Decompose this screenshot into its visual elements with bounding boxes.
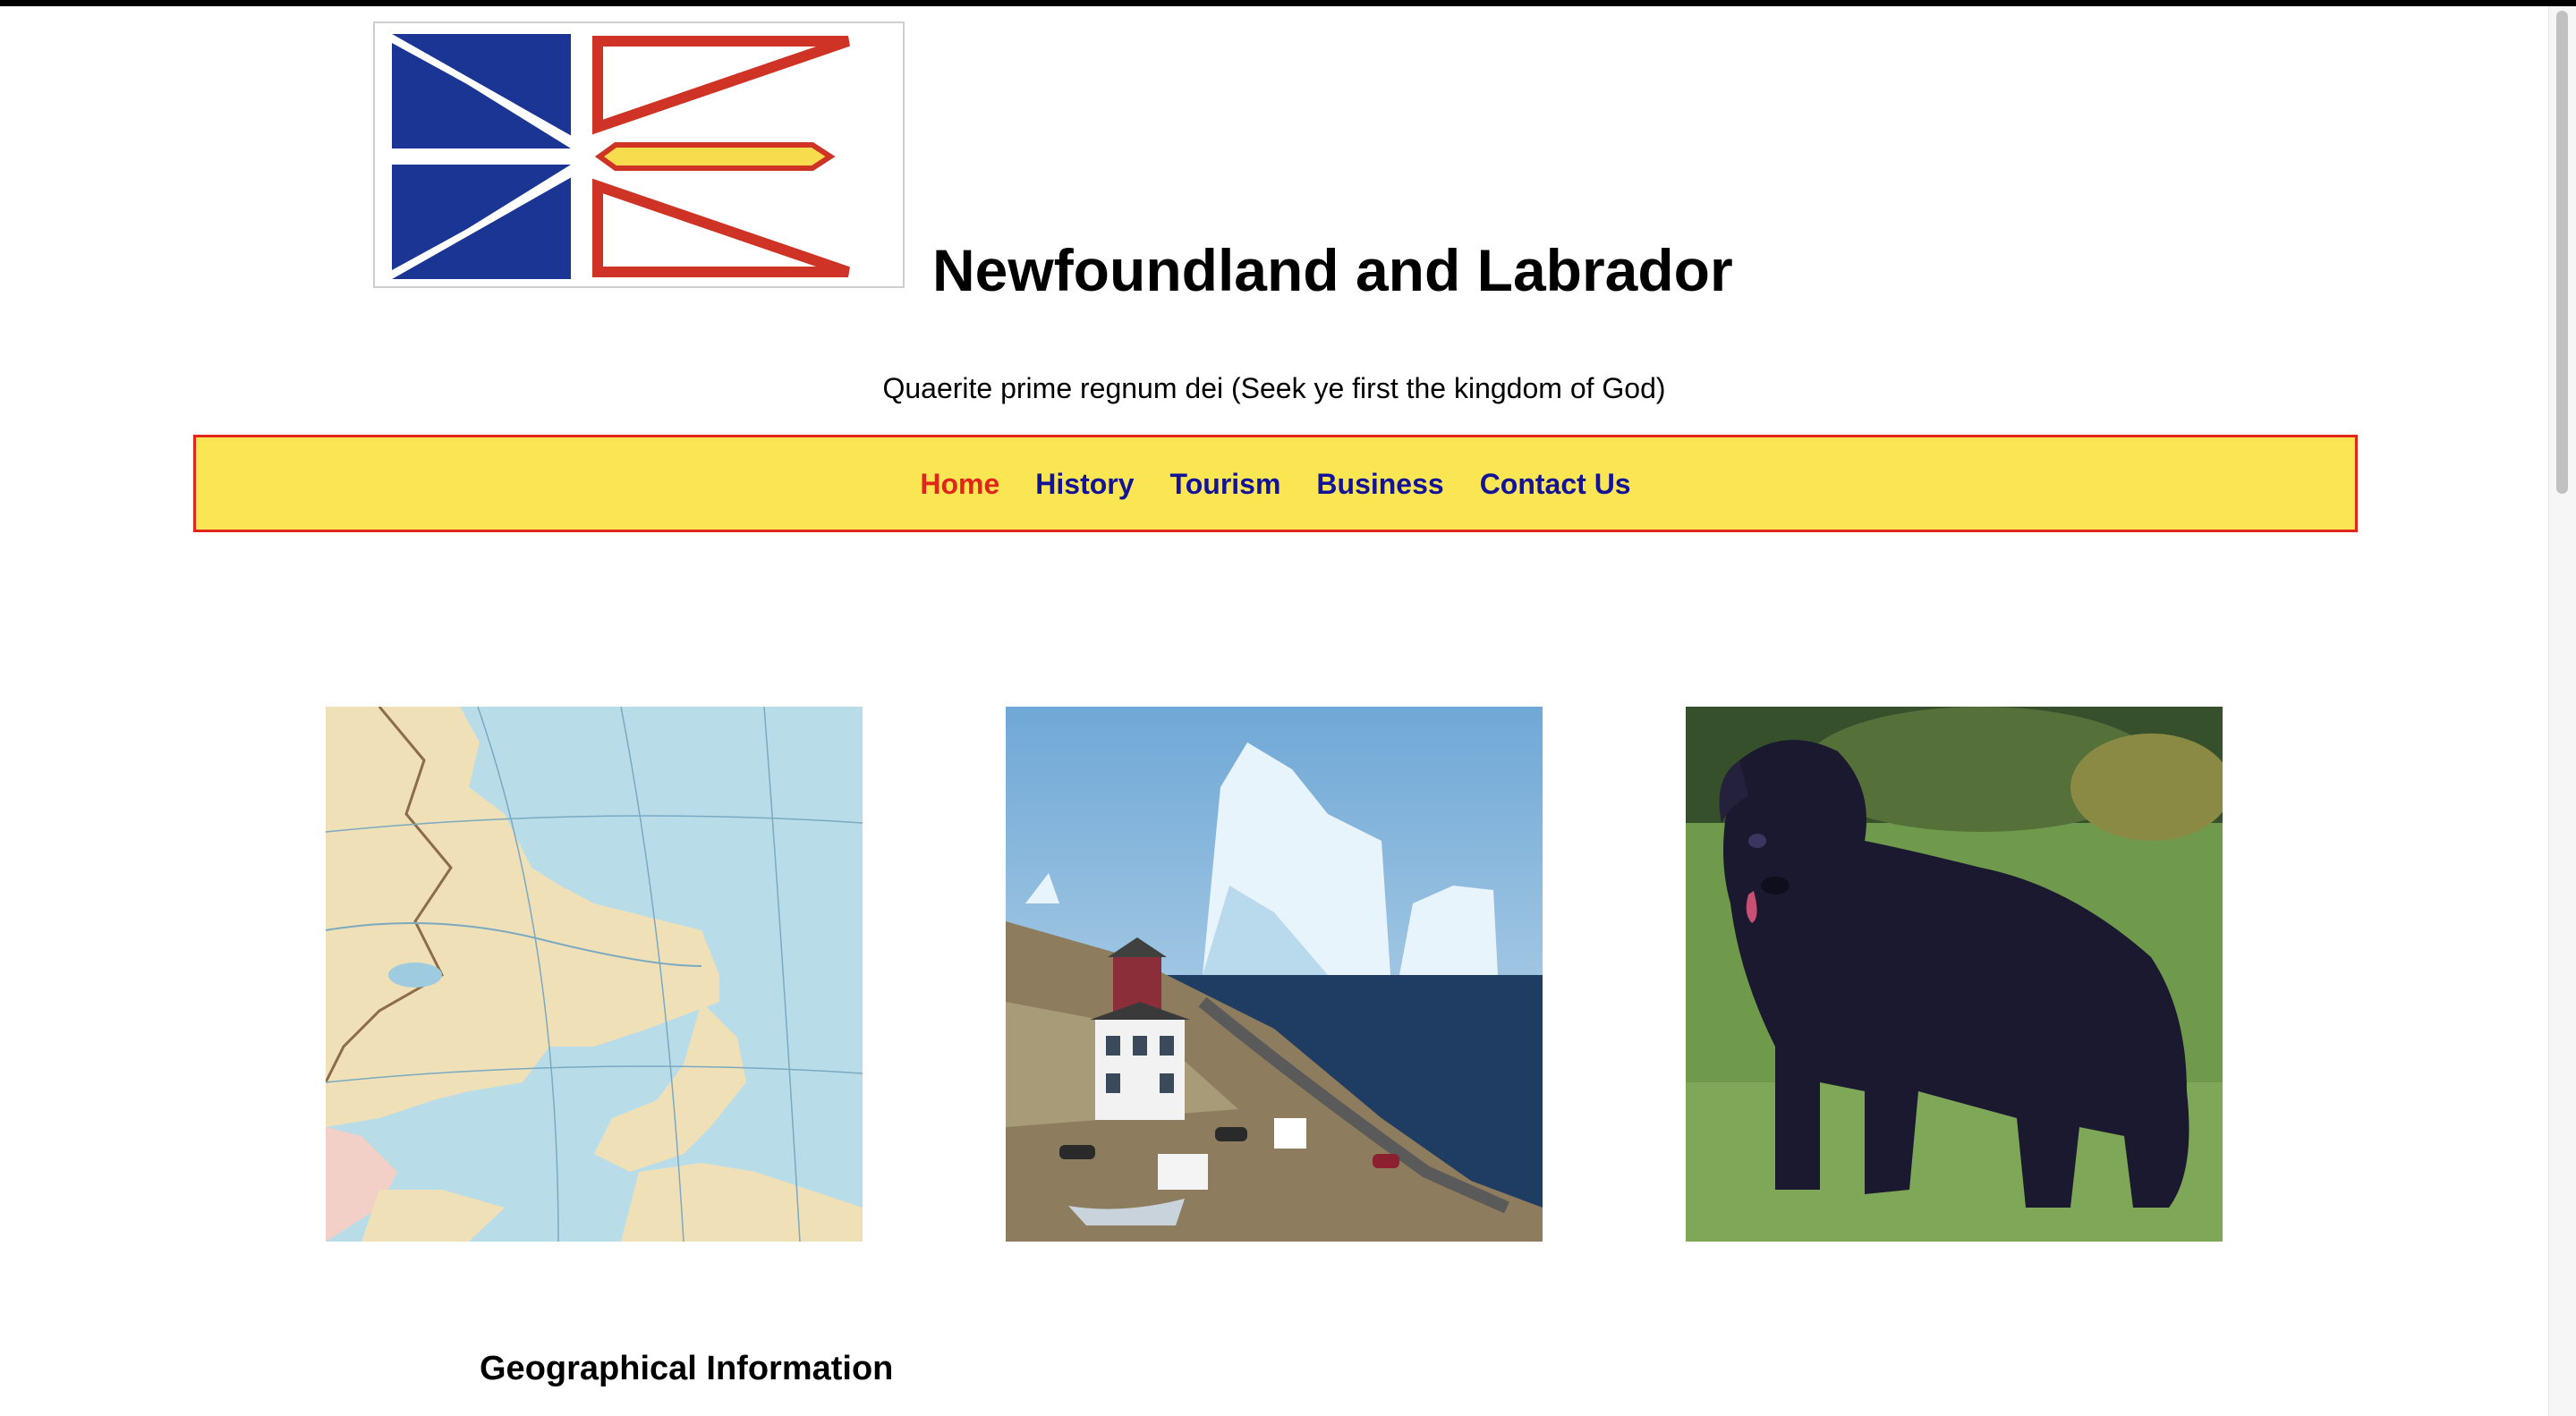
flag-icon [392, 34, 889, 279]
scrollbar-thumb[interactable] [2556, 11, 2568, 494]
dog-icon [1686, 707, 2223, 1242]
map-icon [326, 707, 863, 1242]
province-map-image [326, 707, 863, 1242]
provincial-motto: Quaerite prime regnum dei (Seek ye first… [882, 372, 1666, 404]
geographical-information-heading: Geographical Information [480, 1350, 894, 1387]
nav-history[interactable]: History [1035, 464, 1134, 504]
iceberg-village-image [1006, 707, 1543, 1242]
nav-tourism[interactable]: Tourism [1170, 464, 1281, 504]
site-title: Newfoundland and Labrador [932, 237, 1733, 303]
browser-top-edge [0, 0, 2576, 6]
nav-business[interactable]: Business [1316, 464, 1443, 504]
main-navigation: Home History Tourism Business Contact Us [193, 435, 2358, 532]
provincial-flag-logo [373, 21, 905, 288]
nav-contact-us[interactable]: Contact Us [1480, 464, 1631, 504]
iceberg-icon [1006, 707, 1543, 1242]
newfoundland-dog-image [1686, 707, 2223, 1242]
nav-home[interactable]: Home [920, 464, 999, 504]
